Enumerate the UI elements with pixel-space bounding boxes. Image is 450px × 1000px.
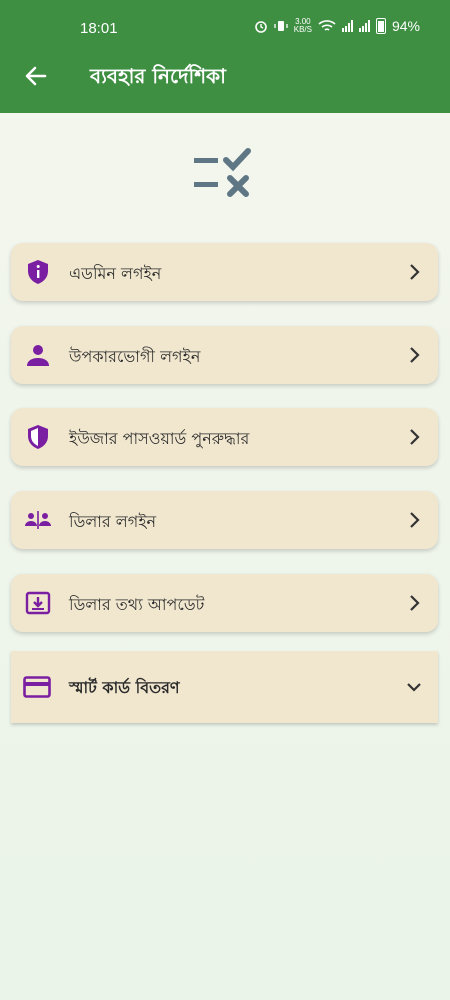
chevron-right-icon [410, 595, 420, 611]
signal-icon [341, 20, 353, 32]
chevron-right-icon [410, 264, 420, 280]
menu-item-dealer-info-update[interactable]: ডিলার তথ্য আপডেট [11, 574, 438, 632]
chevron-right-icon [410, 347, 420, 363]
status-icons: 3.00 KB/S 94% [254, 18, 420, 34]
menu-item-admin-login[interactable]: এডমিন লগইন [11, 243, 438, 301]
alarm-icon [254, 21, 267, 33]
battery-icon [375, 18, 386, 34]
menu-item-label: এডমিন লগইন [69, 264, 162, 283]
app-bar: 18:01 3.00 KB/S 94% ব্যবহার নির্দেশিকা [0, 0, 450, 113]
chevron-right-icon [410, 429, 420, 445]
back-arrow-icon[interactable] [22, 62, 50, 90]
menu-item-label: ডিলার লগইন [69, 512, 157, 531]
chevron-down-icon [407, 683, 421, 692]
checklist-icon [194, 148, 251, 197]
battery-percent: 94% [391, 18, 420, 34]
chevron-right-icon [410, 512, 420, 528]
status-time: 18:01 [80, 20, 118, 37]
people-divider-icon [25, 511, 51, 529]
person-icon [27, 345, 49, 366]
vibrate-icon [274, 21, 288, 31]
card-icon [23, 676, 51, 698]
menu-item-dealer-login[interactable]: ডিলার লগইন [11, 491, 438, 549]
shield-half-icon [28, 425, 48, 449]
net-speed: 3.00 KB/S [293, 17, 312, 34]
menu-item-password-recovery[interactable]: ইউজার পাসওয়ার্ড পুনরুদ্ধার [11, 408, 438, 466]
status-bar: 18:01 3.00 KB/S 94% [0, 0, 450, 52]
page-title: ব্যবহার নির্দেশিকা [90, 64, 226, 88]
shield-info-icon [28, 260, 48, 284]
download-box-icon [25, 591, 51, 615]
expandable-label: স্মার্ট কার্ড বিতরণ [69, 678, 180, 697]
menu-item-label: ডিলার তথ্য আপডেট [69, 595, 205, 614]
menu-item-label: উপকারভোগী লগইন [69, 347, 201, 366]
expandable-smart-card-distribution[interactable]: স্মার্ট কার্ড বিতরণ [11, 651, 438, 723]
menu-item-label: ইউজার পাসওয়ার্ড পুনরুদ্ধার [69, 429, 250, 448]
wifi-icon [318, 20, 336, 31]
menu-item-beneficiary-login[interactable]: উপকারভোগী লগইন [11, 326, 438, 384]
signal-icon-2 [358, 20, 370, 32]
